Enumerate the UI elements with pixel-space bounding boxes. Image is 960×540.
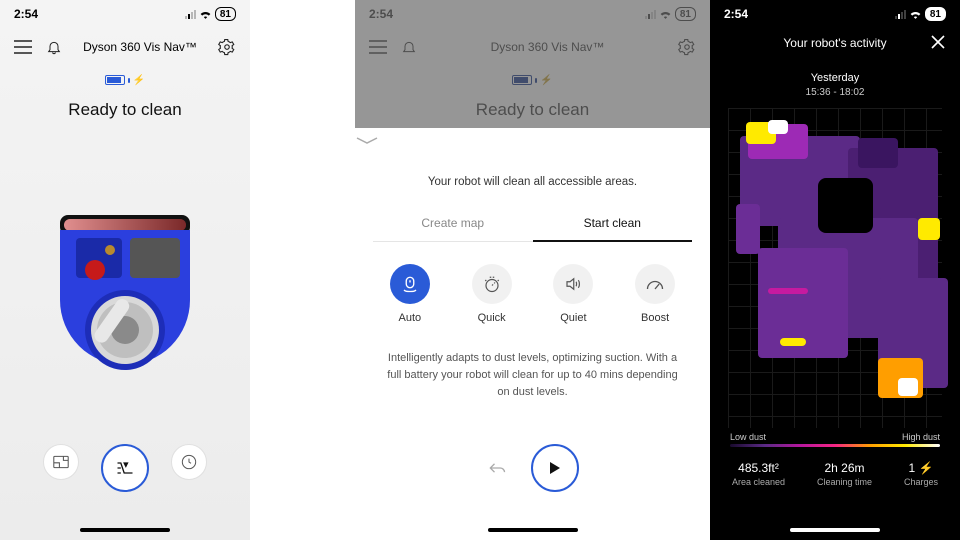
cellular-icon bbox=[895, 9, 906, 19]
status-bar: 2:54 81 bbox=[0, 0, 250, 28]
tabs: Create map Start clean bbox=[373, 206, 692, 242]
bell-icon[interactable] bbox=[46, 39, 62, 55]
device-name[interactable]: Dyson 360 Vis Nav™ bbox=[83, 40, 197, 54]
battery-icon: 81 bbox=[215, 7, 236, 21]
activity-day: Yesterday bbox=[710, 72, 960, 84]
mode-label: Quiet bbox=[560, 312, 586, 324]
stopwatch-icon bbox=[472, 264, 512, 304]
activity-screen: 2:54 81 Your robot's activity Yesterday … bbox=[710, 0, 960, 540]
dimmed-background[interactable]: 2:54 81 Dyson 360 Vis Nav™ ⚡ Ready to cl… bbox=[355, 0, 710, 128]
mode-auto[interactable]: Auto bbox=[390, 264, 430, 324]
mode-label: Auto bbox=[399, 312, 422, 324]
mode-label: Quick bbox=[478, 312, 506, 324]
wifi-icon bbox=[199, 9, 212, 19]
dust-legend: Low dust High dust bbox=[730, 432, 940, 442]
tab-start-clean[interactable]: Start clean bbox=[533, 206, 693, 242]
clock: 2:54 bbox=[724, 7, 748, 21]
mode-quick[interactable]: Quick bbox=[472, 264, 512, 324]
map-button[interactable] bbox=[43, 444, 79, 480]
legend-low: Low dust bbox=[730, 432, 766, 442]
legend-high: High dust bbox=[902, 432, 940, 442]
speaker-icon bbox=[553, 264, 593, 304]
state-label: Ready to clean bbox=[0, 100, 250, 120]
bottom-actions bbox=[0, 444, 250, 492]
sheet-handle[interactable] bbox=[355, 128, 710, 154]
stat-time: 2h 26m Cleaning time bbox=[817, 461, 872, 487]
home-indicator[interactable] bbox=[80, 528, 170, 532]
zones-button[interactable] bbox=[101, 444, 149, 492]
battery-icon: 81 bbox=[925, 7, 946, 21]
start-clean-sheet: 2:54 81 Dyson 360 Vis Nav™ ⚡ Ready to cl… bbox=[355, 0, 710, 540]
gear-icon[interactable] bbox=[218, 38, 236, 56]
sheet-description: Your robot will clean all accessible are… bbox=[375, 176, 690, 188]
history-button[interactable] bbox=[171, 444, 207, 480]
menu-icon[interactable] bbox=[14, 40, 32, 54]
tab-create-map[interactable]: Create map bbox=[373, 206, 533, 241]
robot-image bbox=[50, 210, 200, 390]
activity-header: Your robot's activity bbox=[710, 28, 960, 58]
activity-title: Your robot's activity bbox=[783, 36, 886, 50]
clean-modes: Auto Quick Quiet Boost bbox=[369, 264, 696, 324]
activity-time-range: 15:36 - 18:02 bbox=[710, 87, 960, 98]
stat-area: 485.3ft² Area cleaned bbox=[732, 461, 785, 487]
battery-indicator: ⚡ bbox=[0, 72, 250, 90]
undo-button[interactable] bbox=[487, 460, 507, 476]
auto-icon bbox=[390, 264, 430, 304]
mode-label: Boost bbox=[641, 312, 669, 324]
legend-gradient bbox=[730, 444, 940, 447]
stats-row: 485.3ft² Area cleaned 2h 26m Cleaning ti… bbox=[710, 461, 960, 487]
status-bar: 2:54 81 bbox=[710, 0, 960, 28]
play-button[interactable] bbox=[531, 444, 579, 492]
header: Dyson 360 Vis Nav™ bbox=[0, 28, 250, 66]
home-indicator[interactable] bbox=[790, 528, 880, 532]
mode-description: Intelligently adapts to dust levels, opt… bbox=[383, 350, 682, 401]
stat-charges: 1 ⚡ Charges bbox=[904, 461, 938, 487]
gauge-icon bbox=[635, 264, 675, 304]
home-indicator[interactable] bbox=[488, 528, 578, 532]
wifi-icon bbox=[909, 9, 922, 19]
mode-quiet[interactable]: Quiet bbox=[553, 264, 593, 324]
cellular-icon bbox=[185, 9, 196, 19]
status-right: 81 bbox=[185, 7, 236, 21]
dust-heatmap[interactable] bbox=[728, 108, 942, 428]
close-icon[interactable] bbox=[930, 34, 946, 50]
mode-boost[interactable]: Boost bbox=[635, 264, 675, 324]
home-screen: 2:54 81 Dyson 360 Vis Nav™ ⚡ Ready to cl… bbox=[0, 0, 250, 540]
clock: 2:54 bbox=[14, 7, 38, 21]
